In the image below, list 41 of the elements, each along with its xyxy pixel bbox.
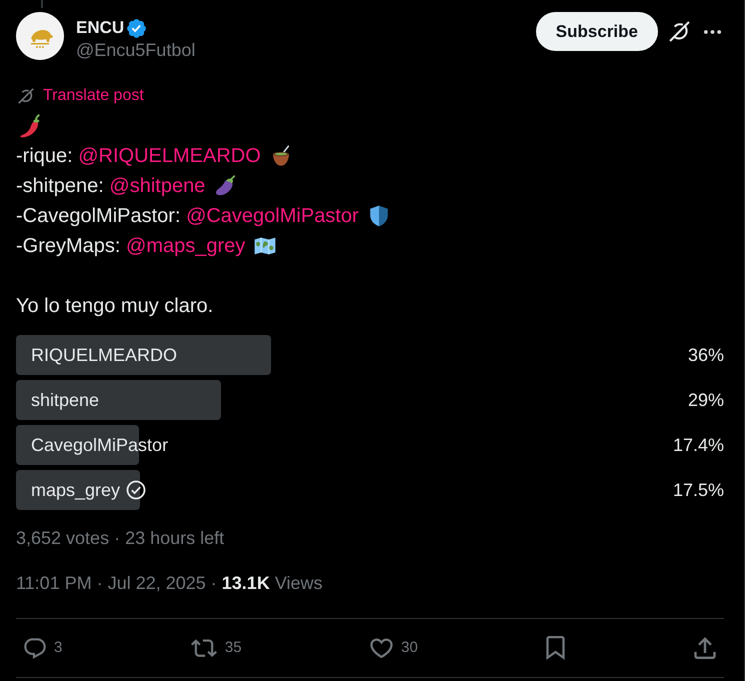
- poll-option-label: CavegolMiPastor: [31, 434, 168, 456]
- speech-bubble-icon: [24, 638, 46, 658]
- author-name[interactable]: ENCU: [76, 17, 124, 39]
- bookmark-button[interactable]: [546, 636, 566, 660]
- reply-button[interactable]: 3: [24, 638, 62, 658]
- share-button[interactable]: [694, 637, 716, 659]
- map-icon: [254, 235, 276, 257]
- mention-link[interactable]: @shitpene: [109, 175, 206, 197]
- poll-option-label: maps_grey: [31, 479, 120, 501]
- repost-arrows-icon: [190, 638, 217, 658]
- mention-link[interactable]: @CavegolMiPastor: [186, 205, 359, 227]
- post-line: -shitpene: @shitpene: [16, 174, 206, 199]
- poll-option-label: shitpene: [31, 389, 100, 411]
- bookmark-icon: [546, 636, 566, 660]
- like-button[interactable]: 30: [370, 638, 418, 658]
- translate-button[interactable]: Translate post: [16, 86, 144, 106]
- repost-button[interactable]: 35: [190, 638, 242, 658]
- chili-pepper-icon: [18, 114, 42, 138]
- mention-link[interactable]: @RIQUELMEARDO: [78, 145, 261, 167]
- post-text: Yo lo tengo muy claro.: [16, 294, 214, 319]
- author-handle[interactable]: @Encu5Futbol: [76, 39, 196, 61]
- slashed-circle-icon[interactable]: [669, 21, 690, 42]
- avatar-icon[interactable]: [16, 12, 64, 60]
- poll-percent: 17.4%: [672, 434, 724, 456]
- poll-percent: 29%: [688, 389, 724, 411]
- poll-percent: 36%: [688, 344, 724, 366]
- poll-option-label: RIQUELMEARDO: [31, 344, 178, 366]
- heart-icon: [370, 638, 394, 658]
- post-timestamp-views: 11:01 PM · Jul 22, 2025 · 13.1K Views: [16, 573, 323, 593]
- subscribe-button[interactable]: Subscribe: [536, 12, 658, 51]
- post-line: -GreyMaps: @maps_grey: [16, 234, 246, 259]
- share-icon: [694, 637, 716, 659]
- shield-icon: [368, 205, 390, 227]
- post-line: -CavegolMiPastor: @CavegolMiPastor: [16, 204, 359, 229]
- more-icon[interactable]: [703, 28, 722, 34]
- mention-link[interactable]: @maps_grey: [126, 235, 246, 257]
- eggplant-icon: [214, 175, 236, 197]
- poll-summary: 3,652 votes · 23 hours left: [16, 527, 224, 550]
- poll-percent: 17.5%: [672, 479, 724, 501]
- slashed-circle-icon: [18, 88, 34, 104]
- post-line: -rique: @RIQUELMEARDO: [16, 144, 261, 169]
